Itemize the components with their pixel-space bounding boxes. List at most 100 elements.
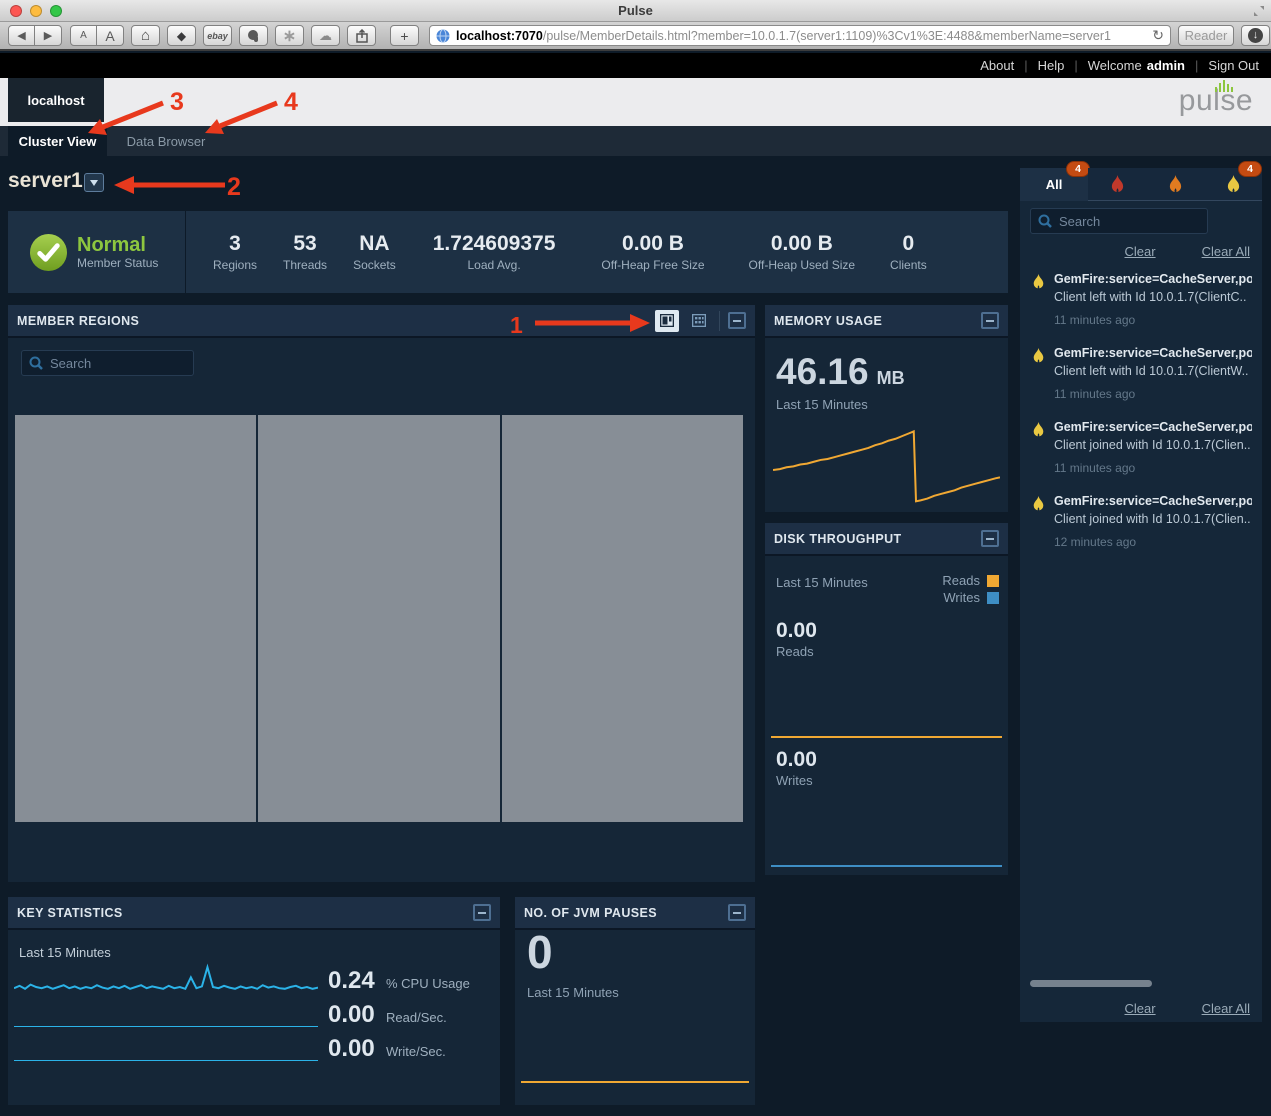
bookmark-asterisk-button[interactable]: ∗ [275,25,304,46]
notification-item[interactable]: GemFire:service=CacheServer,port=404 Cli… [1032,272,1252,327]
disk-throughput-header: DISK THROUGHPUT [765,523,1008,556]
member-regions-panel: MEMBER REGIONS [8,305,755,882]
memory-value-row: 46.16MB [776,351,905,393]
reads-value: 0.00 [776,619,817,643]
bookmark-ebay-button[interactable]: ebay [203,25,232,46]
chevron-down-icon [90,180,98,186]
sign-out-link[interactable]: Sign Out [1208,58,1259,73]
regions-search-input[interactable] [50,356,170,371]
warning-flame-icon[interactable] [1226,175,1241,194]
about-link[interactable]: About [980,58,1014,73]
browser-toolbar: ◀ ▶ A A ⌂ ◆ ebay ∗ ☁ + localhost:7070/pu… [0,22,1271,51]
forward-button[interactable]: ▶ [35,25,62,46]
disk-period: Last 15 Minutes [776,575,868,590]
refresh-icon[interactable]: ↻ [1152,27,1164,44]
jvm-pauses-period: Last 15 Minutes [527,985,619,1000]
cpu-label: % CPU Usage [386,976,470,991]
tab-data-browser[interactable]: Data Browser [107,126,225,156]
notification-message: Client left with Id 10.0.1.7(ClientW.. [1054,364,1252,378]
asterisk-icon: ∗ [283,26,296,46]
clear-link[interactable]: Clear [1125,244,1156,259]
notifications-sidebar: All 4 4 Clear Clear All Ge [1020,168,1262,1022]
member-regions-header: MEMBER REGIONS [8,305,755,338]
key-statistics-header: KEY STATISTICS [8,897,500,930]
notification-time: 12 minutes ago [1054,535,1252,549]
separator: | [1074,58,1077,73]
tab-cluster-view[interactable]: Cluster View [8,126,107,156]
collapse-icon[interactable] [728,904,746,921]
reads-flatline [771,736,1002,738]
bookmark-icloud-button[interactable]: ☁ [311,25,340,46]
regions-treemap [15,415,743,822]
plus-icon: + [400,28,408,44]
memory-unit: MB [877,368,905,388]
resize-icon[interactable] [1253,5,1265,17]
warning-count-badge: 4 [1238,161,1262,177]
bookmark-delicious-button[interactable]: ◆ [167,25,196,46]
clear-all-link[interactable]: Clear All [1202,244,1250,259]
cpu-usage-row: 0.24 % CPU Usage [14,963,494,997]
notification-item[interactable]: GemFire:service=CacheServer,port=404 Cli… [1032,346,1252,401]
memory-period: Last 15 Minutes [776,397,868,412]
stat-offheap-free: 0.00 BOff-Heap Free Size [579,232,726,272]
notification-message: Client joined with Id 10.0.1.7(Clien.. [1054,438,1252,452]
clear-link[interactable]: Clear [1125,1001,1156,1016]
back-button[interactable]: ◀ [8,25,35,46]
sidebar-scrollbar[interactable] [1030,980,1152,987]
table-view-icon[interactable] [687,310,711,332]
help-link[interactable]: Help [1038,58,1065,73]
error-flame-icon[interactable] [1168,175,1183,194]
status-check-icon [30,234,67,271]
separator: | [1195,58,1198,73]
address-bar[interactable]: localhost:7070/pulse/MemberDetails.html?… [429,25,1171,46]
collapse-icon[interactable] [728,312,746,329]
main-content: server1 Normal Member Status 3Regions 53… [0,156,1271,1116]
reader-button[interactable]: Reader [1178,25,1234,46]
new-tab-button[interactable]: + [390,25,419,46]
notification-item[interactable]: GemFire:service=CacheServer,port=404 Cli… [1032,420,1252,475]
cluster-host-tab[interactable]: localhost [8,78,104,122]
larger-text-button[interactable]: A [97,25,124,46]
smaller-text-button[interactable]: A [70,25,97,46]
writes-sec-row: 0.00 Write/Sec. [14,1031,494,1065]
share-button[interactable] [347,25,376,46]
screen: Pulse ◀ ▶ A A ⌂ ◆ ebay ∗ ☁ + localhost:7 [0,0,1271,1116]
member-name: server1 [8,169,83,193]
severe-flame-icon[interactable] [1110,175,1125,194]
jvm-pauses-title: NO. OF JVM PAUSES [524,906,657,920]
memory-usage-header: MEMORY USAGE [765,305,1008,338]
home-button[interactable]: ⌂ [131,25,160,46]
downloads-button[interactable]: ↓ [1241,25,1270,46]
notification-item[interactable]: GemFire:service=CacheServer,port=404 Cli… [1032,494,1252,549]
warning-flame-icon [1032,422,1045,438]
clear-all-link[interactable]: Clear All [1202,1001,1250,1016]
writes-sec-value: 0.00 [328,1035,375,1063]
notification-time: 11 minutes ago [1054,313,1252,327]
writes-sec-flatline [14,1060,318,1062]
region-block[interactable] [502,415,743,822]
writes-block: 0.00 Writes [776,748,817,788]
tab-all-notifications[interactable]: All 4 [1020,168,1088,201]
welcome-label: Welcome [1088,58,1142,73]
cpu-value: 0.24 [328,967,375,995]
ebay-icon: ebay [207,31,228,41]
notification-message: Client joined with Id 10.0.1.7(Clien.. [1054,512,1252,526]
disk-throughput-title: DISK THROUGHPUT [774,532,902,546]
region-block[interactable] [15,415,256,822]
notifications-search-input[interactable] [1059,214,1179,229]
bookmark-evernote-button[interactable] [239,25,268,46]
reads-swatch [987,575,999,587]
window-title: Pulse [0,3,1271,18]
member-dropdown-button[interactable] [84,173,104,192]
notification-message: Client left with Id 10.0.1.7(ClientC.. [1054,290,1252,304]
key-statistics-panel: KEY STATISTICS Last 15 Minutes 0.24 % CP… [8,897,500,1105]
region-block[interactable] [258,415,499,822]
username: admin [1147,58,1185,73]
collapse-icon[interactable] [981,530,999,547]
writes-flatline [771,865,1002,867]
notifications-search-box [1030,208,1208,234]
collapse-icon[interactable] [981,312,999,329]
block-view-icon[interactable] [655,310,679,332]
reads-label: Reads [776,644,817,659]
collapse-icon[interactable] [473,904,491,921]
